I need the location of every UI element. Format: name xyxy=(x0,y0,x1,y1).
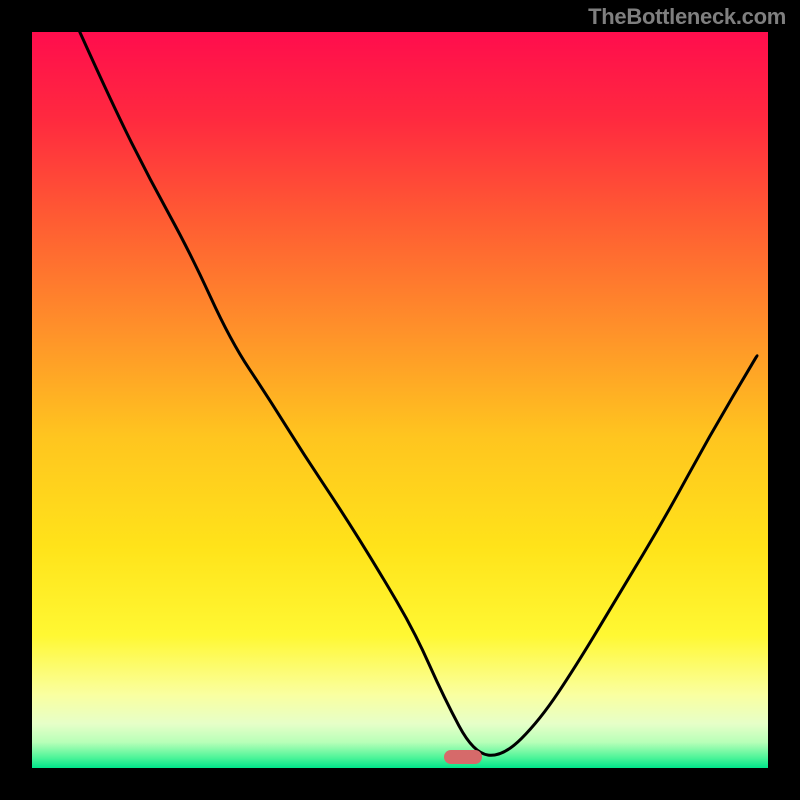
watermark-text: TheBottleneck.com xyxy=(588,4,786,30)
bottleneck-chart xyxy=(32,32,768,768)
optimum-marker xyxy=(444,750,482,764)
gradient-rect xyxy=(32,32,768,768)
chart-frame: TheBottleneck.com xyxy=(0,0,800,800)
